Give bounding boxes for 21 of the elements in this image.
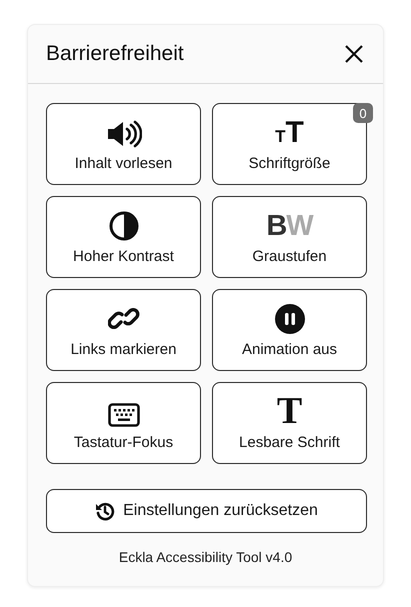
count-badge: 0	[353, 103, 373, 123]
grayscale-icon: BW	[266, 212, 313, 241]
serif-font-icon: T	[276, 394, 302, 427]
feature-button[interactable]: Inhalt vorlesen	[46, 103, 201, 185]
feature-button[interactable]: Animation aus	[212, 289, 367, 371]
text-size-icon: TT	[275, 118, 304, 148]
reset-button[interactable]: Einstellungen zurücksetzen	[46, 489, 367, 533]
pause-icon	[274, 304, 304, 334]
close-button[interactable]	[343, 43, 365, 65]
feature-button[interactable]: T Lesbare Schrift	[212, 382, 367, 464]
panel-title: Barrierefreiheit	[46, 42, 184, 66]
feature-button[interactable]: BW Graustufen	[212, 196, 367, 278]
feature-button[interactable]: Tastatur-Fokus	[46, 382, 201, 464]
contrast-icon	[108, 211, 138, 241]
feature-button[interactable]: Hoher Kontrast	[46, 196, 201, 278]
close-icon	[345, 45, 363, 63]
keyboard-icon	[108, 403, 140, 427]
version-text: Eckla Accessibility Tool v4.0	[118, 549, 292, 565]
feature-button[interactable]: Links markieren	[46, 289, 201, 371]
speaker-icon	[106, 120, 142, 148]
history-icon	[95, 501, 116, 521]
